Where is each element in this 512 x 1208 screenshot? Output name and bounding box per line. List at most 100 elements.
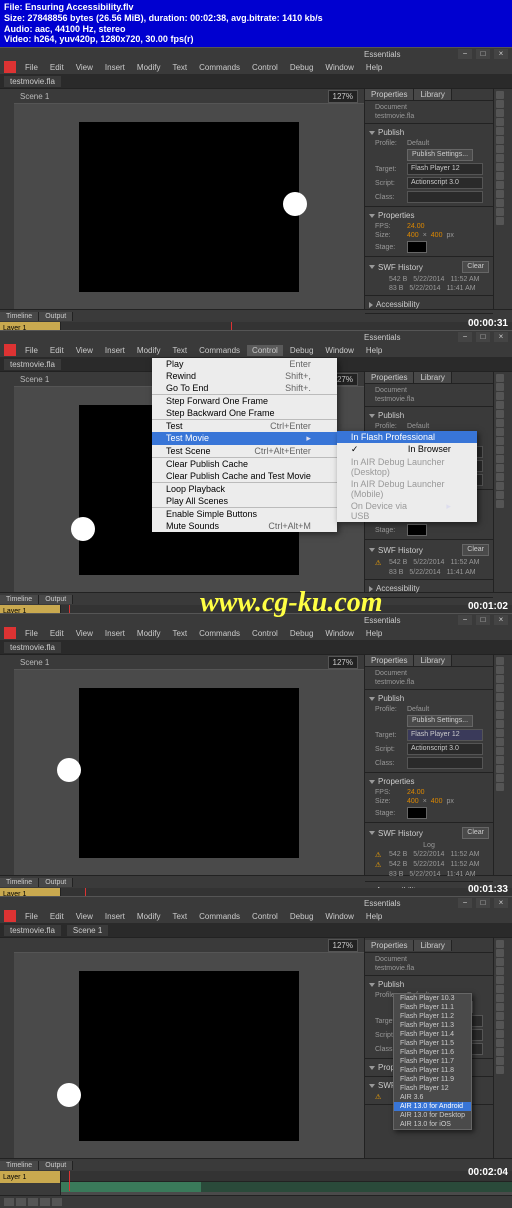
- line-tool-icon[interactable]: [496, 145, 504, 153]
- pencil-tool-icon[interactable]: [496, 163, 504, 171]
- menu-loop-playback[interactable]: Loop Playback: [152, 483, 337, 495]
- menu-insert[interactable]: Insert: [100, 62, 130, 73]
- target-option[interactable]: Flash Player 11.9: [394, 1075, 471, 1084]
- stage-color-swatch[interactable]: [407, 241, 427, 253]
- target-option[interactable]: Flash Player 11.5: [394, 1039, 471, 1048]
- disclosure-icon[interactable]: [369, 265, 375, 269]
- menu-test-scene[interactable]: Test SceneCtrl+Alt+Enter: [152, 445, 337, 458]
- document-tab[interactable]: testmovie.fla: [4, 76, 61, 87]
- paint-bucket-tool-icon[interactable]: [496, 181, 504, 189]
- target-option[interactable]: AIR 13.0 for Desktop: [394, 1111, 471, 1120]
- menu-help[interactable]: Help: [361, 345, 387, 356]
- menu-test[interactable]: TestCtrl+Enter: [152, 420, 337, 432]
- menu-debug[interactable]: Debug: [285, 62, 319, 73]
- menu-step-forward[interactable]: Step Forward One Frame: [152, 395, 337, 407]
- rectangle-tool-icon[interactable]: [496, 154, 504, 162]
- menu-commands[interactable]: Commands: [194, 62, 245, 73]
- document-tab[interactable]: testmovie.fla: [4, 359, 61, 370]
- target-dropdown-hover[interactable]: Flash Player 12: [407, 729, 483, 741]
- target-option[interactable]: Flash Player 11.1: [394, 1003, 471, 1012]
- submenu-in-flash[interactable]: In Flash Professional: [337, 431, 477, 443]
- text-tool-icon[interactable]: [496, 136, 504, 144]
- menu-play-all-scenes[interactable]: Play All Scenes: [152, 495, 337, 508]
- menu-control[interactable]: Control: [247, 345, 283, 356]
- disclosure-icon[interactable]: [369, 214, 375, 218]
- scene-name[interactable]: Scene 1: [20, 92, 49, 101]
- zoom-tool-icon[interactable]: [496, 217, 504, 225]
- menu-view[interactable]: View: [71, 62, 98, 73]
- menu-rewind[interactable]: RewindShift+,: [152, 370, 337, 382]
- width-value[interactable]: 400: [407, 232, 419, 239]
- menu-control[interactable]: Control: [247, 62, 283, 73]
- pen-tool-icon[interactable]: [496, 127, 504, 135]
- maximize-button[interactable]: □: [476, 332, 490, 342]
- menu-modify[interactable]: Modify: [132, 62, 166, 73]
- target-option[interactable]: Flash Player 11.2: [394, 1012, 471, 1021]
- subselection-tool-icon[interactable]: [496, 100, 504, 108]
- workspace-switcher[interactable]: Essentials: [364, 50, 400, 59]
- maximize-button[interactable]: □: [476, 49, 490, 59]
- minimize-button[interactable]: −: [458, 49, 472, 59]
- menu-view[interactable]: View: [71, 345, 98, 356]
- menu-help[interactable]: Help: [361, 62, 387, 73]
- submenu-in-browser[interactable]: ✓ In Browser: [337, 443, 477, 456]
- menu-debug[interactable]: Debug: [285, 345, 319, 356]
- menu-insert[interactable]: Insert: [100, 345, 130, 356]
- clear-button[interactable]: Clear: [462, 261, 489, 273]
- target-option[interactable]: Flash Player 11.4: [394, 1030, 471, 1039]
- menu-edit[interactable]: Edit: [45, 62, 69, 73]
- target-option[interactable]: Flash Player 11.7: [394, 1057, 471, 1066]
- menu-text[interactable]: Text: [167, 62, 192, 73]
- menu-step-backward[interactable]: Step Backward One Frame: [152, 407, 337, 420]
- fps-value[interactable]: 24.00: [407, 223, 425, 230]
- target-option[interactable]: Flash Player 10.3: [394, 994, 471, 1003]
- timeline-tab[interactable]: Timeline: [0, 312, 39, 321]
- eraser-tool-icon[interactable]: [496, 199, 504, 207]
- output-tab[interactable]: Output: [39, 312, 73, 321]
- properties-tab[interactable]: Properties: [365, 89, 414, 100]
- menu-test-movie[interactable]: Test Movie▸ In Flash Professional ✓ In B…: [152, 432, 337, 445]
- menu-window[interactable]: Window: [320, 345, 358, 356]
- target-dropdown[interactable]: Flash Player 12: [407, 163, 483, 175]
- workspace-switcher[interactable]: Essentials: [364, 333, 400, 342]
- disclosure-icon[interactable]: [369, 302, 373, 308]
- minimize-button[interactable]: −: [458, 332, 472, 342]
- close-button[interactable]: ×: [494, 49, 508, 59]
- lasso-tool-icon[interactable]: [496, 118, 504, 126]
- zoom-level[interactable]: 127%: [328, 90, 358, 103]
- script-dropdown[interactable]: Actionscript 3.0: [407, 177, 483, 189]
- target-option[interactable]: Flash Player 11.3: [394, 1021, 471, 1030]
- target-option[interactable]: AIR 13.0 for iOS: [394, 1120, 471, 1129]
- target-option-selected[interactable]: AIR 13.0 for Android: [394, 1102, 471, 1111]
- menu-file[interactable]: File: [20, 62, 43, 73]
- selection-tool-icon[interactable]: [496, 91, 504, 99]
- submenu-air-mobile[interactable]: In AIR Debug Launcher (Mobile): [337, 478, 477, 500]
- target-option[interactable]: AIR 3.6: [394, 1093, 471, 1102]
- transform-tool-icon[interactable]: [496, 109, 504, 117]
- menu-modify[interactable]: Modify: [132, 345, 166, 356]
- eyedropper-tool-icon[interactable]: [496, 190, 504, 198]
- submenu-device-usb[interactable]: On Device via USB▸: [337, 500, 477, 522]
- stage-area[interactable]: [14, 104, 364, 309]
- menu-enable-buttons[interactable]: Enable Simple Buttons: [152, 508, 337, 520]
- menu-commands[interactable]: Commands: [194, 345, 245, 356]
- menu-mute-sounds[interactable]: Mute SoundsCtrl+Alt+M: [152, 520, 337, 532]
- target-option[interactable]: Flash Player 12: [394, 1084, 471, 1093]
- class-field[interactable]: [407, 191, 483, 203]
- submenu-air-desktop[interactable]: In AIR Debug Launcher (Desktop): [337, 456, 477, 478]
- library-tab[interactable]: Library: [414, 89, 451, 100]
- menu-window[interactable]: Window: [320, 62, 358, 73]
- target-option[interactable]: Flash Player 11.6: [394, 1048, 471, 1057]
- menu-clear-cache[interactable]: Clear Publish Cache: [152, 458, 337, 470]
- brush-tool-icon[interactable]: [496, 172, 504, 180]
- hand-tool-icon[interactable]: [496, 208, 504, 216]
- menu-edit[interactable]: Edit: [45, 345, 69, 356]
- height-value[interactable]: 400: [431, 232, 443, 239]
- menu-goto-end[interactable]: Go To EndShift+.: [152, 382, 337, 395]
- menu-clear-cache-test[interactable]: Clear Publish Cache and Test Movie: [152, 470, 337, 483]
- disclosure-icon[interactable]: [369, 131, 375, 135]
- menu-play[interactable]: PlayEnter: [152, 358, 337, 370]
- menu-text[interactable]: Text: [167, 345, 192, 356]
- menu-file[interactable]: File: [20, 345, 43, 356]
- target-option[interactable]: Flash Player 11.8: [394, 1066, 471, 1075]
